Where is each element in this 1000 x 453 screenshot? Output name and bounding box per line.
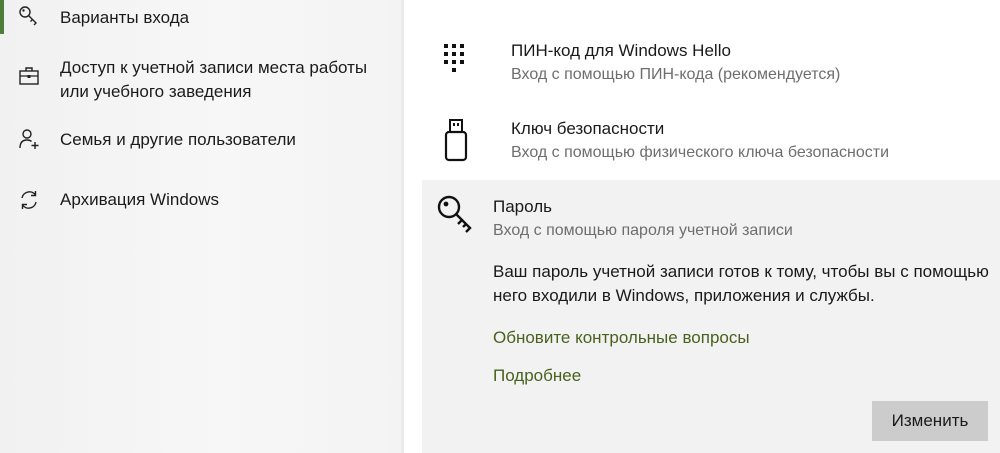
- sidebar-item-label: Доступ к учетной записи места работы: [60, 58, 368, 77]
- option-subtitle: Вход с помощью пароля учетной записи: [493, 222, 793, 239]
- update-security-questions-link[interactable]: Обновите контрольные вопросы: [493, 327, 750, 349]
- option-security-key[interactable]: Ключ безопасности Вход с помощью физичес…: [422, 116, 1000, 168]
- sidebar-item-windows-backup[interactable]: Архивация Windows: [0, 186, 404, 214]
- option-password-expanded: Пароль Вход с помощью пароля учетной зап…: [422, 180, 1000, 453]
- person-add-icon: [19, 129, 39, 149]
- briefcase-icon: [19, 67, 39, 85]
- selected-indicator: [0, 0, 4, 34]
- option-title: Ключ безопасности: [511, 119, 665, 138]
- password-description: Ваш пароль учетной записи готов к тому, …: [493, 262, 989, 305]
- learn-more-link[interactable]: Подробнее: [493, 365, 581, 387]
- option-title: Пароль: [493, 197, 552, 216]
- sidebar-item-label-line2: или учебного заведения: [60, 82, 252, 101]
- sidebar-item-label: Варианты входа: [60, 8, 190, 27]
- sidebar-item-sign-in-options[interactable]: Варианты входа: [0, 0, 404, 34]
- usb-key-icon: [444, 119, 468, 162]
- option-password-header[interactable]: Пароль Вход с помощью пароля учетной зап…: [422, 180, 1000, 244]
- option-subtitle: Вход с помощью физического ключа безопас…: [511, 144, 889, 161]
- settings-sidebar: Варианты входа Доступ к учетной записи м…: [0, 0, 404, 453]
- option-subtitle: Вход с помощью ПИН-кода (рекомендуется): [511, 66, 841, 83]
- option-windows-hello-pin[interactable]: ПИН-код для Windows Hello Вход с помощью…: [422, 38, 1000, 90]
- sidebar-item-label: Семья и другие пользователи: [60, 130, 296, 149]
- option-title: ПИН-код для Windows Hello: [511, 41, 731, 60]
- change-password-button[interactable]: Изменить: [872, 401, 988, 441]
- sync-icon: [21, 191, 37, 209]
- key-icon: [19, 6, 37, 26]
- key-icon: [437, 195, 472, 233]
- sign-in-options-panel: ПИН-код для Windows Hello Вход с помощью…: [404, 0, 1000, 453]
- sidebar-item-work-school-access[interactable]: Доступ к учетной записи места работы или…: [0, 54, 404, 104]
- pin-keypad-icon: [444, 44, 464, 72]
- sidebar-item-label: Архивация Windows: [60, 190, 220, 209]
- sidebar-item-family-other-users[interactable]: Семья и другие пользователи: [0, 127, 404, 155]
